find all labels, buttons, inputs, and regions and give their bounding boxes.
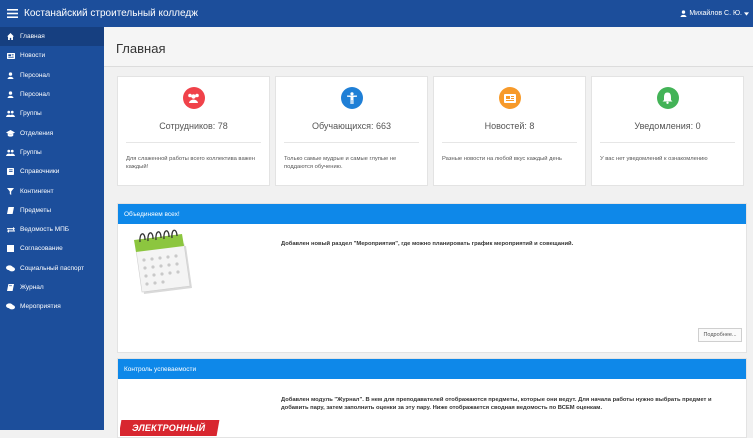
sidebar-item-contingent[interactable]: Контингент <box>0 181 104 200</box>
card-description: У вас нет уведомлений к ознакомлению <box>600 156 708 162</box>
sidebar-item-label: Журнал <box>20 284 44 291</box>
users-icon <box>182 87 205 109</box>
sidebar-item-label: Персонал <box>20 71 50 79</box>
sidebar-item-social-passport[interactable]: Социальный паспорт <box>0 259 104 278</box>
sidebar-item-label: Согласование <box>20 245 63 253</box>
panel-heading: Контроль успеваемости <box>118 359 746 379</box>
sidebar-item-approval[interactable]: Согласование <box>0 239 104 258</box>
announcement-panel-journal: Контроль успеваемости Добавлен модуль "Ж… <box>117 358 747 438</box>
sidebar-item-label: Новости <box>20 52 46 60</box>
book-open-icon <box>5 206 16 214</box>
graduation-cap-icon <box>5 129 16 137</box>
sidebar-item-label: Мероприятия <box>20 303 61 311</box>
sidebar-item-groups[interactable]: Группы <box>0 104 104 123</box>
card-description: Только самые мудрые и самые глупые не по… <box>284 156 397 170</box>
sidebar-item-events[interactable]: Мероприятия <box>0 297 104 316</box>
users-icon <box>5 149 16 156</box>
journal-icon <box>5 284 16 291</box>
divider <box>600 142 735 143</box>
caret-down-icon <box>744 11 749 16</box>
stat-card-news: Новостей: 8 Разные новости на любой вкус… <box>433 76 586 186</box>
brand-title[interactable]: Костанайский строительный колледж <box>24 8 198 19</box>
panel-text: Добавлен новый раздел "Мероприятия", где… <box>281 241 574 247</box>
sidebar-item-staff[interactable]: Персонал <box>0 66 104 85</box>
sidebar-item-label: Группы <box>20 110 42 118</box>
newspaper-icon <box>498 87 521 109</box>
sidebar-item-label: Справочники <box>20 168 60 176</box>
divider <box>284 142 419 143</box>
filter-icon <box>5 187 16 195</box>
book-icon <box>5 168 16 176</box>
top-navbar: Костанайский строительный колледж Михайл… <box>0 0 753 27</box>
sidebar-item-label: Ведомость МПБ <box>20 226 70 234</box>
sidebar-item-news[interactable]: Новости <box>0 46 104 65</box>
card-title: Сотрудников: 78 <box>159 121 228 131</box>
comments-icon <box>5 265 16 272</box>
sidebar-item-label: Персонал <box>20 91 50 99</box>
sidebar: Главная Новости Персонал Персонал Группы… <box>0 27 104 430</box>
announcement-panel-events: Объединяем всех! Добавлен новый раздел "… <box>117 203 747 353</box>
sidebar-item-subjects[interactable]: Предметы <box>0 201 104 220</box>
card-title: Обучающихся: 663 <box>311 121 392 131</box>
card-description: Для слаженной работы всего коллектива ва… <box>126 156 255 170</box>
sidebar-item-label: Предметы <box>20 206 52 214</box>
sidebar-item-staff-2[interactable]: Персонал <box>0 85 104 104</box>
panel-text: Добавлен модуль "Журнал". В нем для преп… <box>281 397 712 411</box>
more-button[interactable]: Подробнее... <box>698 328 742 342</box>
user-menu[interactable]: Михайлов С. Ю. <box>680 10 749 17</box>
exchange-icon <box>5 226 16 233</box>
comments-icon <box>5 303 16 310</box>
sidebar-item-home[interactable]: Главная <box>0 27 104 47</box>
newspaper-icon <box>5 52 16 59</box>
divider <box>126 142 261 143</box>
journal-illustration: ЭЛЕКТРОННЫЙ <box>120 417 220 437</box>
users-icon <box>5 110 16 118</box>
page-title: Главная <box>116 41 166 56</box>
page-header: Главная <box>104 27 753 67</box>
divider <box>442 142 577 143</box>
stat-cards: Сотрудников: 78 Для слаженной работы все… <box>117 76 744 186</box>
sidebar-item-label: Контингент <box>20 187 54 195</box>
panel-heading: Объединяем всех! <box>118 204 746 224</box>
card-description: Разные новости на любой вкус каждый день <box>442 156 562 162</box>
sidebar-item-label: Группы <box>20 148 42 156</box>
user-name: Михайлов С. Ю. <box>689 10 742 17</box>
card-title: Уведомления: 0 <box>634 121 701 131</box>
sidebar-item-label: Отделения <box>20 129 54 137</box>
sidebar-item-label: Социальный паспорт <box>20 264 85 272</box>
stat-card-students: Обучающихся: 663 Только самые мудрые и с… <box>275 76 428 186</box>
card-title: Новостей: 8 <box>484 121 535 131</box>
sidebar-item-references[interactable]: Справочники <box>0 162 104 181</box>
square-icon <box>5 245 16 253</box>
sidebar-item-groups-2[interactable]: Группы <box>0 143 104 162</box>
stat-card-notifications: Уведомления: 0 У вас нет уведомлений к о… <box>591 76 744 186</box>
user-icon <box>680 10 687 17</box>
journal-banner-text: ЭЛЕКТРОННЫЙ <box>132 423 206 433</box>
calendar-illustration <box>132 228 194 298</box>
user-icon <box>5 91 16 99</box>
bell-icon <box>656 87 679 109</box>
hamburger-icon[interactable] <box>0 7 24 21</box>
sidebar-item-gradesheet[interactable]: Ведомость МПБ <box>0 220 104 239</box>
child-icon <box>340 87 363 109</box>
home-icon <box>5 33 16 41</box>
sidebar-item-label: Главная <box>20 33 45 41</box>
sidebar-item-departments[interactable]: Отделения <box>0 123 104 142</box>
sidebar-item-journal[interactable]: Журнал <box>0 278 104 297</box>
stat-card-staff: Сотрудников: 78 Для слаженной работы все… <box>117 76 270 186</box>
user-icon <box>5 72 16 79</box>
